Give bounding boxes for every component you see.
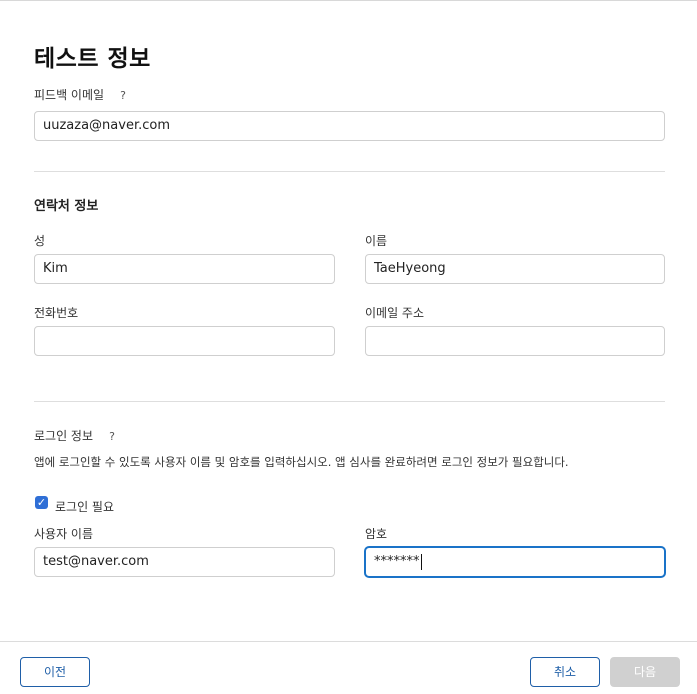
- back-button[interactable]: 이전: [20, 657, 90, 687]
- username-label: 사용자 이름: [34, 527, 94, 541]
- login-required-label[interactable]: 로그인 필요: [55, 498, 114, 515]
- footer-divider: [0, 641, 697, 642]
- login-info-label: 로그인 정보: [34, 429, 94, 443]
- cancel-button[interactable]: 취소: [530, 657, 600, 687]
- feedback-email-input[interactable]: uuzaza@naver.com: [34, 111, 665, 141]
- email-address-label: 이메일 주소: [365, 306, 425, 320]
- email-address-input[interactable]: [365, 326, 665, 356]
- password-input[interactable]: *******: [365, 547, 665, 577]
- test-info-dialog: 테스트 정보 피드백 이메일? uuzaza@naver.com 연락처 정보 …: [0, 0, 697, 694]
- divider: [34, 171, 665, 172]
- login-help-icon[interactable]: ?: [105, 430, 119, 444]
- login-required-checkbox[interactable]: ✓: [35, 496, 48, 509]
- next-button[interactable]: 다음: [610, 657, 680, 687]
- feedback-help-icon[interactable]: ?: [116, 89, 130, 103]
- feedback-email-label: 피드백 이메일: [34, 88, 105, 102]
- password-value: *******: [374, 554, 420, 569]
- contact-section-title: 연락처 정보: [34, 199, 99, 214]
- feedback-email-label-row: 피드백 이메일?: [34, 86, 130, 103]
- username-input[interactable]: test@naver.com: [34, 547, 335, 577]
- divider: [34, 401, 665, 402]
- first-name-label: 이름: [365, 234, 388, 248]
- last-name-input[interactable]: Kim: [34, 254, 335, 284]
- phone-label: 전화번호: [34, 306, 79, 320]
- login-info-label-row: 로그인 정보?: [34, 427, 119, 444]
- page-title: 테스트 정보: [34, 46, 151, 72]
- password-label: 암호: [365, 527, 388, 541]
- login-description: 앱에 로그인할 수 있도록 사용자 이름 및 암호를 입력하십시오. 앱 심사를…: [34, 455, 569, 469]
- phone-input[interactable]: [34, 326, 335, 356]
- first-name-input[interactable]: TaeHyeong: [365, 254, 665, 284]
- last-name-label: 성: [34, 234, 46, 248]
- text-caret: [420, 553, 422, 570]
